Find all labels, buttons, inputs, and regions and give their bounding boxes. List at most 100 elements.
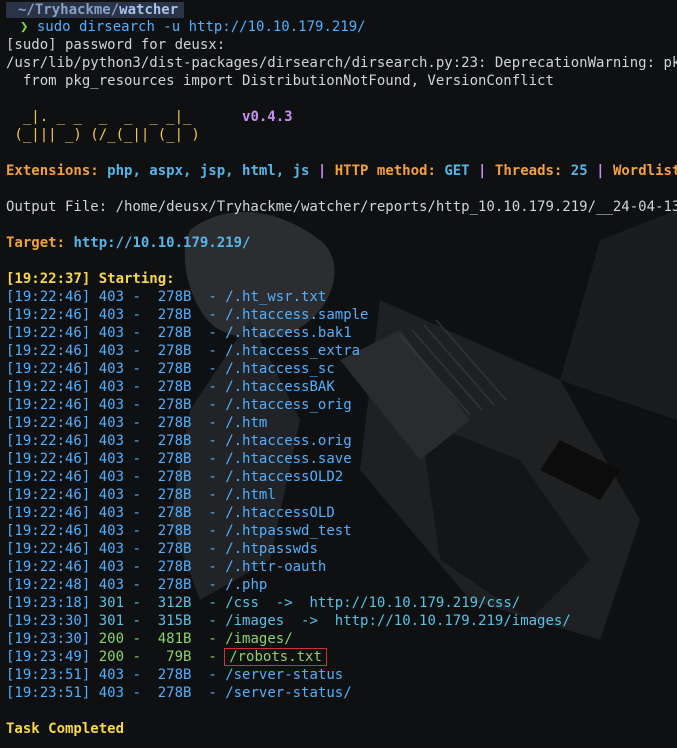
result-status-code: 403 bbox=[98, 523, 125, 539]
result-size: 315B bbox=[157, 613, 192, 629]
result-status-code: 403 bbox=[98, 487, 125, 503]
result-timestamp: [19:22:46] bbox=[6, 307, 91, 323]
result-size: 278B bbox=[157, 541, 192, 557]
result-row: [19:22:46] 403 - 278B - /.htaccess.save bbox=[6, 451, 352, 467]
result-path: /.php bbox=[225, 577, 268, 593]
result-status-code: 403 bbox=[98, 433, 125, 449]
result-timestamp: [19:22:48] bbox=[6, 577, 91, 593]
result-status-code: 301 bbox=[98, 613, 125, 629]
result-status-code: 403 bbox=[98, 397, 125, 413]
result-size: 278B bbox=[157, 379, 192, 395]
result-timestamp: [19:23:49] bbox=[6, 649, 91, 665]
result-size: 278B bbox=[157, 289, 192, 305]
result-timestamp: [19:22:46] bbox=[6, 397, 91, 413]
result-path: /.htaccessOLD bbox=[225, 505, 335, 521]
result-size: 278B bbox=[157, 415, 192, 431]
result-path: /.htpasswds bbox=[225, 541, 318, 557]
result-status-code: 403 bbox=[98, 325, 125, 341]
threads-value: 25 bbox=[570, 163, 588, 179]
target-url: http://10.10.179.219/ bbox=[73, 235, 251, 251]
result-size: 481B bbox=[157, 631, 192, 647]
result-timestamp: [19:22:46] bbox=[6, 415, 91, 431]
result-path: /.htaccess.bak1 bbox=[225, 325, 352, 341]
prompt-path-prefix: ~/Tryhackme/ bbox=[18, 2, 120, 18]
result-path: /css -> http://10.10.179.219/css/ bbox=[225, 595, 521, 611]
prompt-path-leaf: watcher bbox=[119, 2, 179, 18]
dirsearch-logo-line-1: _|. _ _ _ _ _ _|_ v0.4.3 bbox=[6, 108, 293, 126]
result-row: [19:22:46] 403 - 278B - /.htaccess.orig bbox=[6, 433, 352, 449]
version-label: v0.4.3 bbox=[242, 109, 293, 125]
config-separator: | bbox=[587, 163, 613, 179]
result-timestamp: [19:22:46] bbox=[6, 451, 91, 467]
result-timestamp: [19:23:51] bbox=[6, 667, 91, 683]
result-path: /.htaccess.sample bbox=[225, 307, 369, 323]
result-path: /server-status/ bbox=[225, 685, 352, 701]
result-size: 278B bbox=[157, 505, 192, 521]
result-row: [19:22:46] 403 - 278B - /.htaccess_extra bbox=[6, 343, 361, 359]
result-path: /.htaccess_extra bbox=[225, 343, 361, 359]
extensions-value: php, aspx, jsp, html, js bbox=[107, 163, 310, 179]
result-row: [19:22:46] 403 - 278B - /.htaccessOLD2 bbox=[6, 469, 344, 485]
result-row: [19:22:46] 403 - 278B - /.htaccess.bak1 bbox=[6, 325, 352, 341]
result-size: 278B bbox=[157, 397, 192, 413]
result-size: 278B bbox=[157, 469, 192, 485]
task-completed-line: Task Completed bbox=[6, 721, 125, 737]
prompt-arrow-icon: ❯ bbox=[20, 19, 29, 35]
result-timestamp: [19:23:30] bbox=[6, 613, 91, 629]
result-size: 278B bbox=[157, 685, 192, 701]
result-path: /images -> http://10.10.179.219/images/ bbox=[225, 613, 571, 629]
result-size: 278B bbox=[157, 667, 192, 683]
result-path: /.html bbox=[225, 487, 276, 503]
result-size: 79B bbox=[157, 649, 192, 665]
result-path: /.htaccessBAK bbox=[225, 379, 335, 395]
result-row: [19:22:46] 403 - 278B - /.htaccess.sampl… bbox=[6, 307, 369, 323]
result-status-code: 403 bbox=[98, 307, 125, 323]
http-method-value: GET bbox=[444, 163, 470, 179]
target-line: Target: http://10.10.179.219/ bbox=[6, 234, 250, 252]
result-path: /.httr-oauth bbox=[225, 559, 327, 575]
prompt-command: sudo dirsearch -u http://10.10.179.219/ bbox=[36, 19, 366, 35]
result-status-code: 200 bbox=[98, 631, 125, 647]
deprecation-warning-line-2: from pkg_resources import DistributionNo… bbox=[6, 73, 554, 89]
logo-text-1: _|. _ _ _ _ _ _|_ bbox=[6, 109, 192, 125]
result-timestamp: [19:22:46] bbox=[6, 505, 91, 521]
result-row: [19:22:46] 403 - 278B - /.html bbox=[6, 487, 276, 503]
result-path: /.htaccess_orig bbox=[225, 397, 352, 413]
result-row: [19:22:46] 403 - 278B - /.htpasswd_test bbox=[6, 523, 352, 539]
prompt-command-line[interactable]: ❯ sudo dirsearch -u http://10.10.179.219… bbox=[20, 18, 366, 36]
result-row: [19:23:49] 200 - 79B - /robots.txt bbox=[6, 648, 327, 666]
terminal-window[interactable]: ~/Tryhackme/watcher ❯ sudo dirsearch -u … bbox=[0, 0, 677, 748]
threads-label: Threads: bbox=[494, 163, 571, 179]
result-status-code: 403 bbox=[98, 415, 125, 431]
result-path: /.ht_wsr.txt bbox=[225, 289, 327, 305]
wordlist-label: Wordlist siz bbox=[612, 163, 677, 179]
config-line: Extensions: php, aspx, jsp, html, js | H… bbox=[6, 162, 677, 180]
result-row: [19:23:18] 301 - 312B - /css -> http://1… bbox=[6, 595, 521, 611]
result-row: [19:22:46] 403 - 278B - /.htaccess_sc bbox=[6, 361, 335, 377]
result-path: /.htaccessOLD2 bbox=[225, 469, 344, 485]
result-status-code: 403 bbox=[98, 577, 125, 593]
result-timestamp: [19:22:46] bbox=[6, 523, 91, 539]
result-row: [19:22:46] 403 - 278B - /.httr-oauth bbox=[6, 559, 327, 575]
result-timestamp: [19:22:46] bbox=[6, 379, 91, 395]
result-status-code: 403 bbox=[98, 469, 125, 485]
http-method-label: HTTP method: bbox=[334, 163, 445, 179]
result-size: 278B bbox=[157, 361, 192, 377]
result-path-highlighted: /robots.txt bbox=[224, 648, 327, 666]
result-timestamp: [19:22:46] bbox=[6, 469, 91, 485]
result-row: [19:23:30] 200 - 481B - /images/ bbox=[6, 631, 293, 647]
result-timestamp: [19:23:30] bbox=[6, 631, 91, 647]
result-path: /.htpasswd_test bbox=[225, 523, 352, 539]
result-size: 278B bbox=[157, 451, 192, 467]
result-timestamp: [19:22:46] bbox=[6, 343, 91, 359]
config-separator: | bbox=[469, 163, 495, 179]
result-row: [19:23:51] 403 - 278B - /server-status bbox=[6, 667, 344, 683]
result-path: /.htaccess.orig bbox=[225, 433, 352, 449]
result-timestamp: [19:22:46] bbox=[6, 487, 91, 503]
result-timestamp: [19:23:18] bbox=[6, 595, 91, 611]
result-timestamp: [19:22:46] bbox=[6, 325, 91, 341]
result-timestamp: [19:22:46] bbox=[6, 433, 91, 449]
result-path: /.htaccess_sc bbox=[225, 361, 335, 377]
result-size: 278B bbox=[157, 487, 192, 503]
result-row: [19:22:46] 403 - 278B - /.htaccessOLD bbox=[6, 505, 335, 521]
